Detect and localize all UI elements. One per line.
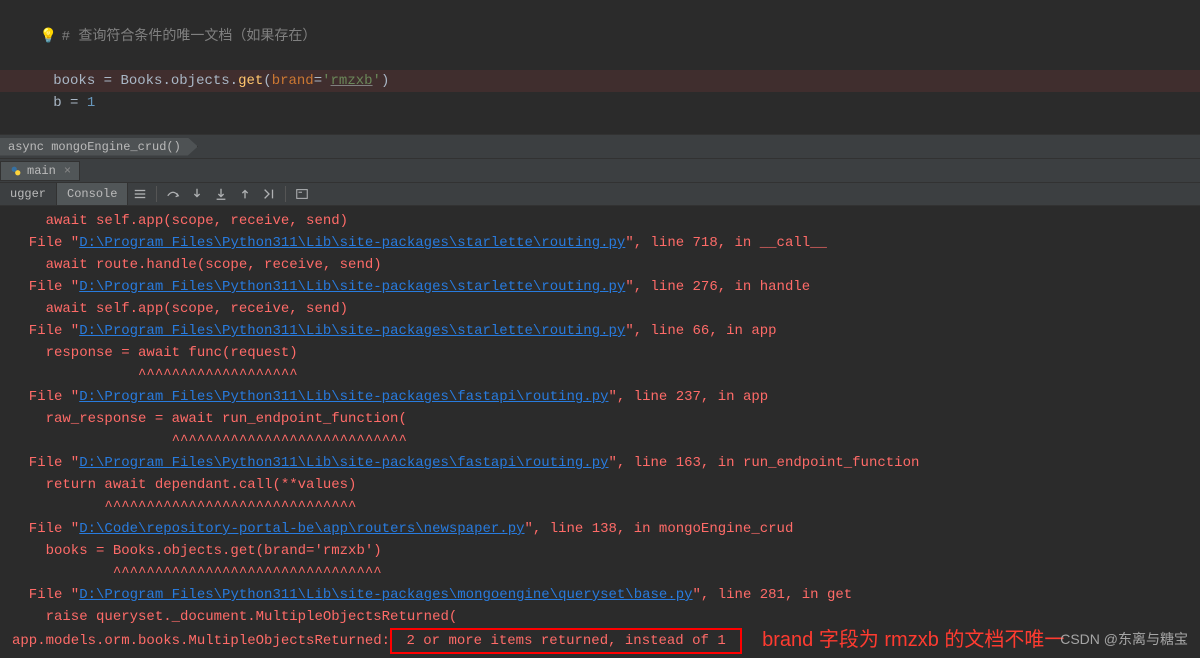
console-line: File "D:\Program Files\Python311\Lib\sit… [12, 386, 1200, 408]
traceback-file-link[interactable]: D:\Program Files\Python311\Lib\site-pack… [79, 455, 608, 471]
console-line: File "D:\Program Files\Python311\Lib\sit… [12, 584, 1200, 606]
file-tabs: main × [0, 158, 1200, 182]
step-out-icon[interactable] [233, 183, 257, 205]
step-into-icon[interactable] [185, 183, 209, 205]
watermark: CSDN @东离与糖宝 [1060, 629, 1188, 649]
traceback-file-link[interactable]: D:\Program Files\Python311\Lib\site-pack… [79, 389, 608, 405]
close-tab-icon[interactable]: × [64, 164, 71, 178]
error-highlight-box: 2 or more items returned, instead of 1 [390, 628, 742, 654]
console-line: books = Books.objects.get(brand='rmzxb') [12, 540, 1200, 562]
error-line: app.models.orm.books.MultipleObjectsRetu… [12, 628, 1200, 654]
code-editor[interactable]: 💡# 查询符合条件的唯一文档（如果存在） books = Books.objec… [0, 0, 1200, 134]
file-tab-label: main [27, 164, 56, 178]
traceback-file-link[interactable]: D:\Program Files\Python311\Lib\site-pack… [79, 235, 625, 251]
console-line: await self.app(scope, receive, send) [12, 298, 1200, 320]
console-tab[interactable]: Console [57, 183, 128, 205]
traceback-file-link[interactable]: D:\Code\repository-portal-be\app\routers… [79, 521, 524, 537]
step-into-my-icon[interactable] [209, 183, 233, 205]
console-line: await self.app(scope, receive, send) [12, 210, 1200, 232]
console-line: File "D:\Program Files\Python311\Lib\sit… [12, 276, 1200, 298]
console-line: raise queryset._document.MultipleObjects… [12, 606, 1200, 628]
intention-bulb-icon[interactable]: 💡 [40, 26, 56, 48]
traceback-file-link[interactable]: D:\Program Files\Python311\Lib\site-pack… [79, 587, 692, 603]
editor-line-code-2: b = 1 [0, 92, 1200, 114]
console-line: File "D:\Program Files\Python311\Lib\sit… [12, 232, 1200, 254]
breadcrumb-item[interactable]: async mongoEngine_crud() [0, 138, 198, 156]
run-to-cursor-icon[interactable] [257, 183, 281, 205]
annotation-text: brand 字段为 rmzxb 的文档不唯一 [762, 629, 1064, 651]
console-line: ^^^^^^^^^^^^^^^^^^^^^^^^^^^^^^ [12, 496, 1200, 518]
step-over-icon[interactable] [161, 183, 185, 205]
editor-line-code-1: books = Books.objects.get(brand='rmzxb') [0, 70, 1200, 92]
error-prefix: app.models.orm.books.MultipleObjectsRetu… [12, 633, 390, 649]
toolbar-separator [156, 186, 157, 202]
console-line: raw_response = await run_endpoint_functi… [12, 408, 1200, 430]
console-line: ^^^^^^^^^^^^^^^^^^^^^^^^^^^^ [12, 430, 1200, 452]
file-tab-main[interactable]: main × [0, 161, 80, 181]
console-line: File "D:\Program Files\Python311\Lib\sit… [12, 320, 1200, 342]
toolbar-separator [285, 186, 286, 202]
console-line: ^^^^^^^^^^^^^^^^^^^ [12, 364, 1200, 386]
console-line: response = await func(request) [12, 342, 1200, 364]
traceback-file-link[interactable]: D:\Program Files\Python311\Lib\site-pack… [79, 323, 625, 339]
editor-line-comment: 💡# 查询符合条件的唯一文档（如果存在） [0, 4, 1200, 70]
console-line: return await dependant.call(**values) [12, 474, 1200, 496]
console-line: File "D:\Program Files\Python311\Lib\sit… [12, 452, 1200, 474]
python-file-icon [9, 164, 23, 178]
traceback-file-link[interactable]: D:\Program Files\Python311\Lib\site-pack… [79, 279, 625, 295]
debugger-tab[interactable]: ugger [0, 183, 57, 205]
breadcrumb-bar: async mongoEngine_crud() [0, 134, 1200, 158]
debug-toolbar: ugger Console [0, 182, 1200, 206]
console-line: File "D:\Code\repository-portal-be\app\r… [12, 518, 1200, 540]
toolbar-threads-icon[interactable] [128, 183, 152, 205]
console-output[interactable]: await self.app(scope, receive, send) Fil… [0, 206, 1200, 658]
console-line: ^^^^^^^^^^^^^^^^^^^^^^^^^^^^^^^^ [12, 562, 1200, 584]
evaluate-expression-icon[interactable] [290, 183, 314, 205]
console-line: await route.handle(scope, receive, send) [12, 254, 1200, 276]
